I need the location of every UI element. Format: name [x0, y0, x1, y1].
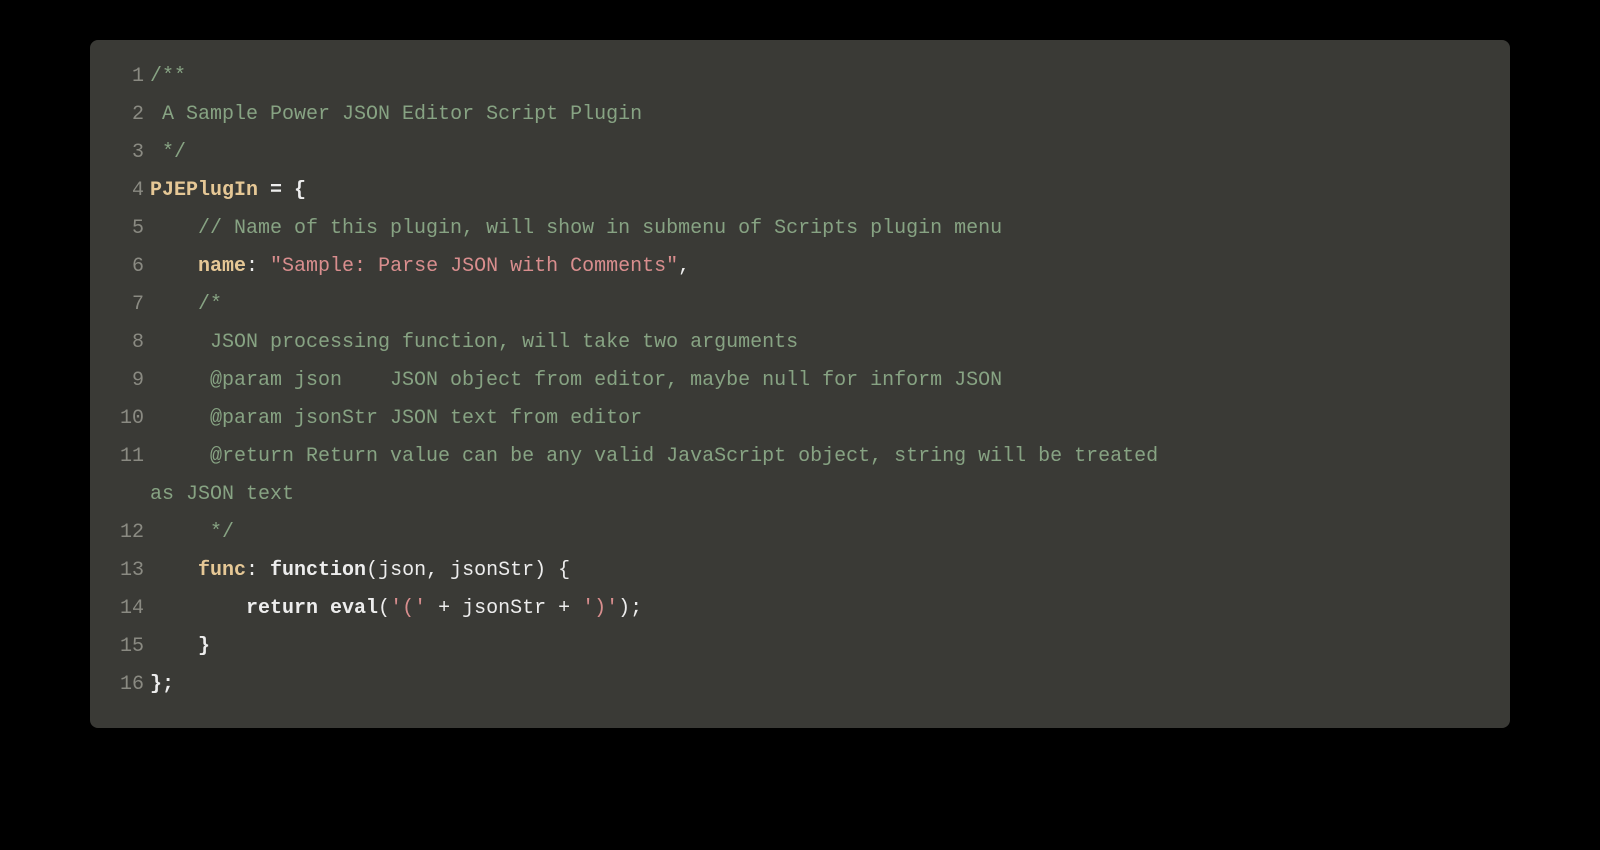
code-comment[interactable]: @return Return value can be any valid Ja… — [150, 438, 1490, 476]
line-number: 9 — [110, 362, 144, 400]
code-line: 3 */ — [110, 134, 1490, 172]
code-line: 14 return eval('(' + jsonStr + ')'); — [110, 590, 1490, 628]
code-editor-panel: 1 /** 2 A Sample Power JSON Editor Scrip… — [90, 40, 1510, 728]
code-comment[interactable]: // Name of this plugin, will show in sub… — [150, 210, 1490, 248]
key-token: name — [198, 255, 246, 278]
keyword-token: return — [246, 597, 330, 620]
code-line: 10 @param jsonStr JSON text from editor — [110, 400, 1490, 438]
keyword-token: function — [270, 559, 366, 582]
code-line: 15 } — [110, 628, 1490, 666]
line-number: 6 — [110, 248, 144, 286]
code-comment[interactable]: as JSON text — [150, 476, 294, 514]
code-comment[interactable]: */ — [150, 134, 1490, 172]
indent — [150, 255, 198, 278]
string-token: '(' — [390, 597, 426, 620]
code-comment[interactable]: */ — [150, 514, 1490, 552]
indent — [150, 597, 246, 620]
code-line: 4 PJEPlugIn = { — [110, 172, 1490, 210]
code-comment[interactable]: JSON processing function, will take two … — [150, 324, 1490, 362]
code-comment[interactable]: @param json JSON object from editor, may… — [150, 362, 1490, 400]
line-number: 15 — [110, 628, 144, 666]
params-token: (json, jsonStr) { — [366, 559, 570, 582]
string-token: "Sample: Parse JSON with Comments" — [270, 255, 678, 278]
punct-token: = { — [258, 179, 306, 202]
punct-token: : — [246, 255, 270, 278]
key-token: func — [198, 559, 246, 582]
line-number: 12 — [110, 514, 144, 552]
code-content[interactable]: }; — [150, 666, 1490, 704]
code-line: 12 */ — [110, 514, 1490, 552]
indent — [150, 559, 198, 582]
line-number: 7 — [110, 286, 144, 324]
code-line: 8 JSON processing function, will take tw… — [110, 324, 1490, 362]
code-line-continuation: as JSON text — [110, 476, 1490, 514]
line-number: 3 — [110, 134, 144, 172]
code-line: 2 A Sample Power JSON Editor Script Plug… — [110, 96, 1490, 134]
function-call-token: eval — [330, 597, 378, 620]
code-content[interactable]: return eval('(' + jsonStr + ')'); — [150, 590, 1490, 628]
identifier-token: PJEPlugIn — [150, 179, 258, 202]
code-line: 5 // Name of this plugin, will show in s… — [110, 210, 1490, 248]
code-line: 16 }; — [110, 666, 1490, 704]
string-token: ')' — [582, 597, 618, 620]
code-content[interactable]: PJEPlugIn = { — [150, 172, 1490, 210]
code-comment[interactable]: /** — [150, 58, 1490, 96]
code-line: 1 /** — [110, 58, 1490, 96]
line-number: 16 — [110, 666, 144, 704]
line-number: 4 — [110, 172, 144, 210]
code-content[interactable]: func: function(json, jsonStr) { — [150, 552, 1490, 590]
code-content[interactable]: } — [150, 628, 1490, 666]
code-comment[interactable]: /* — [150, 286, 1490, 324]
code-line: 7 /* — [110, 286, 1490, 324]
line-number: 8 — [110, 324, 144, 362]
gutter-spacer — [110, 476, 150, 514]
operator-token: + jsonStr + — [426, 597, 582, 620]
line-number: 2 — [110, 96, 144, 134]
code-content[interactable]: name: "Sample: Parse JSON with Comments"… — [150, 248, 1490, 286]
punct-token: , — [678, 255, 690, 278]
code-line: 13 func: function(json, jsonStr) { — [110, 552, 1490, 590]
code-line: 9 @param json JSON object from editor, m… — [110, 362, 1490, 400]
line-number: 11 — [110, 438, 144, 476]
code-comment[interactable]: @param jsonStr JSON text from editor — [150, 400, 1490, 438]
code-line: 11 @return Return value can be any valid… — [110, 438, 1490, 476]
line-number: 10 — [110, 400, 144, 438]
line-number: 5 — [110, 210, 144, 248]
punct-token: ( — [378, 597, 390, 620]
punct-token: : — [246, 559, 270, 582]
code-comment[interactable]: A Sample Power JSON Editor Script Plugin — [150, 96, 1490, 134]
line-number: 13 — [110, 552, 144, 590]
line-number: 1 — [110, 58, 144, 96]
line-number: 14 — [110, 590, 144, 628]
punct-token: ); — [618, 597, 642, 620]
code-line: 6 name: "Sample: Parse JSON with Comment… — [110, 248, 1490, 286]
